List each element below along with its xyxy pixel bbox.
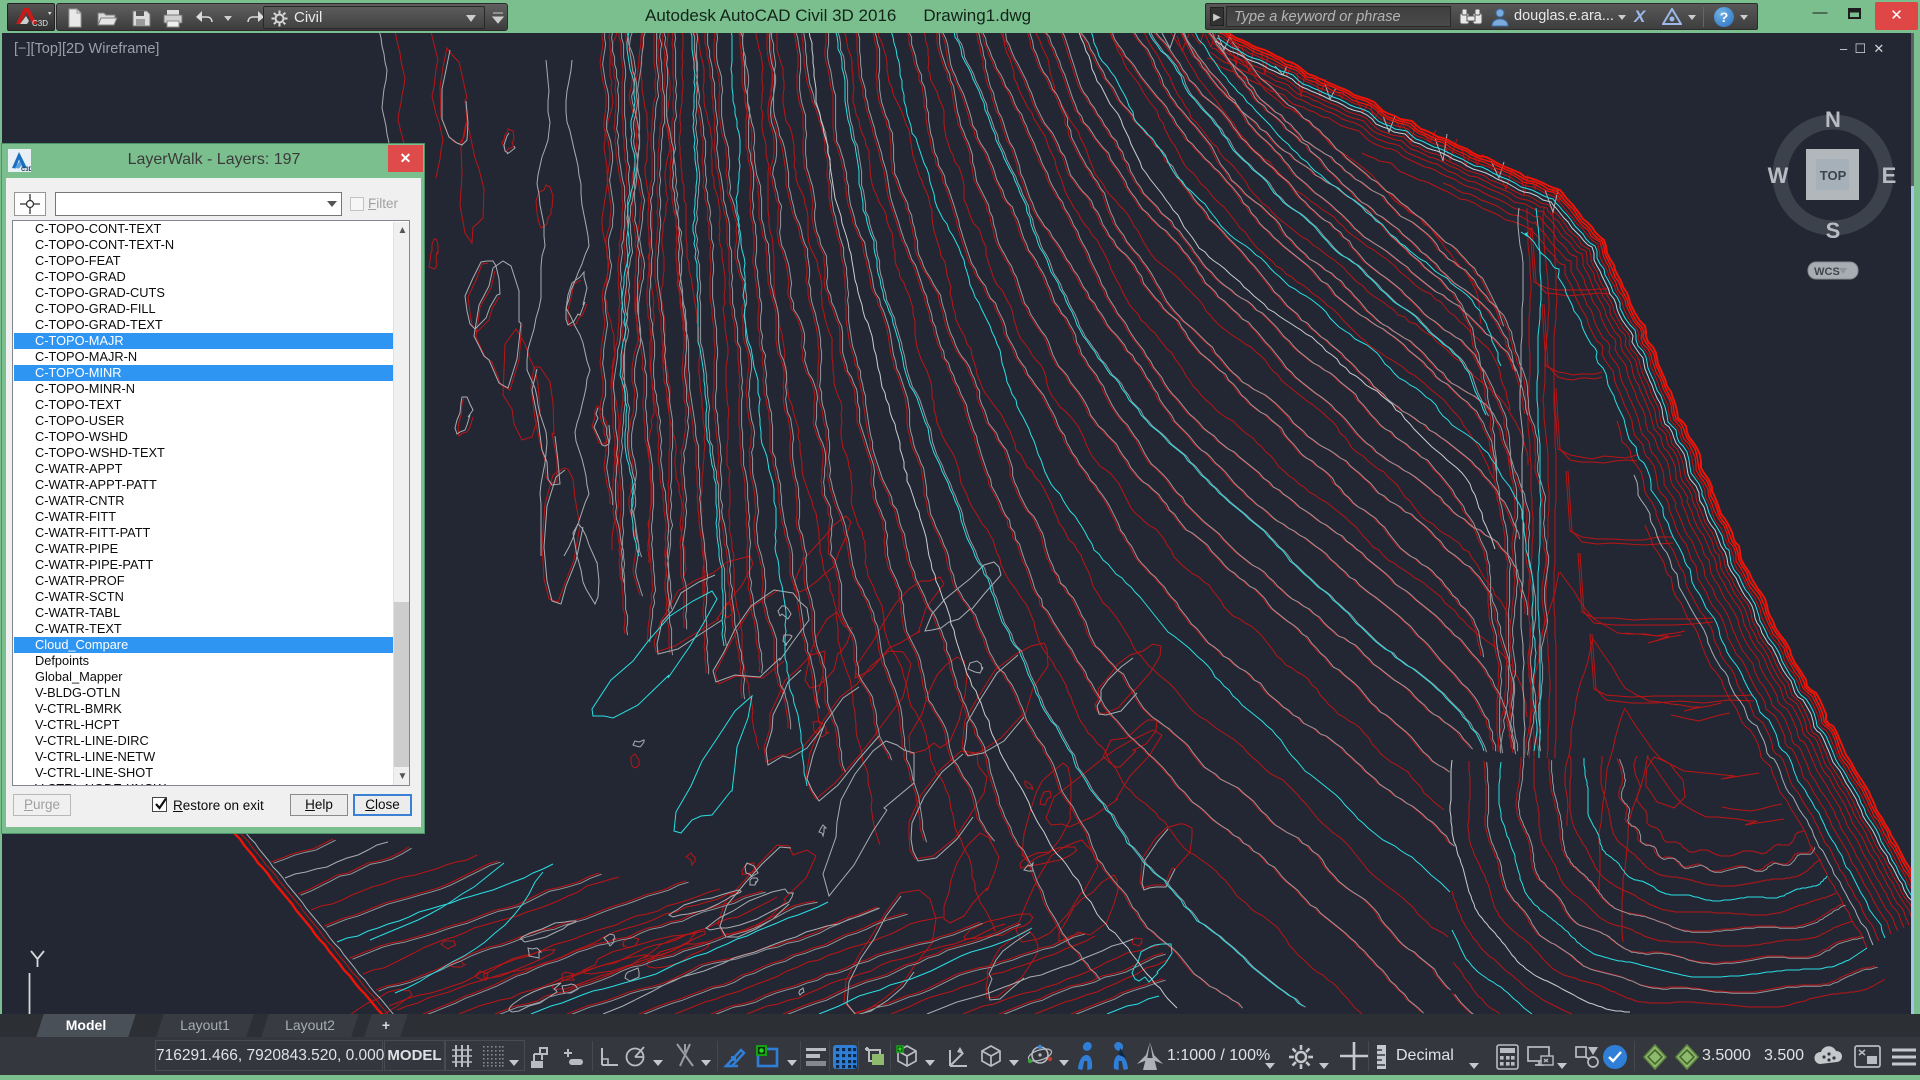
svg-text:N: N [1825,107,1841,132]
svg-text:C3D: C3D [32,19,48,28]
svg-text:E: E [1882,163,1897,188]
svg-text:W: W [1768,163,1789,188]
svg-text:WCS: WCS [1814,266,1840,278]
svg-text:TOP: TOP [1820,168,1847,183]
svg-text:S: S [1826,218,1841,243]
svg-text:C3D: C3D [21,167,31,172]
